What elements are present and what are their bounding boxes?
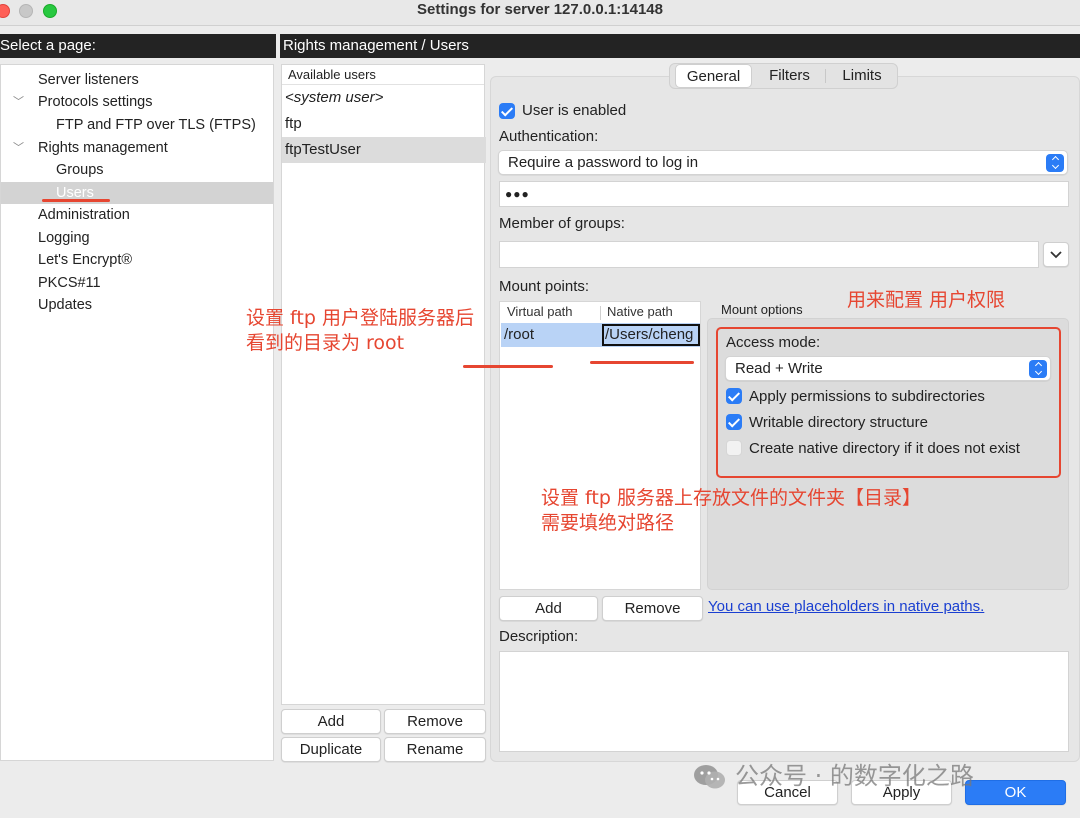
description-label: Description: [499,628,579,645]
authentication-label: Authentication: [499,128,599,145]
mount-options-label: Mount options [721,302,803,317]
users-list-header: Available users [282,65,484,85]
remove-mount-button[interactable]: Remove [602,596,703,621]
tab-limits[interactable]: Limits [827,64,897,88]
tree-item-label: FTP and FTP over TLS (FTPS) [56,117,256,133]
tree-item-label: Rights management [38,140,168,156]
authentication-value: Require a password to log in [508,154,699,171]
groups-field[interactable] [499,241,1039,268]
watermark-text: 公众号 · 的数字化之路 [735,762,974,790]
tree-item-updates[interactable]: Updates [1,294,273,316]
annotation-native-path-line1: 设置 ftp 服务器上存放文件的文件夹【目录】 [541,487,921,509]
password-field[interactable]: ●●● [499,181,1069,207]
tab-bar: General Filters Limits [669,63,898,89]
user-item-ftptestuser[interactable]: ftpTestUser [282,137,486,163]
tree-item-label: Let's Encrypt® [38,252,133,268]
tree-item-label: Administration [38,207,130,223]
tree-item-label: Server listeners [38,72,139,88]
annotation-virtual-path-line1: 设置 ftp 用户登陆服务器后 [246,307,474,329]
user-item-system[interactable]: <system user> [282,85,486,111]
page-title: Rights management / Users [280,34,1080,58]
duplicate-user-button[interactable]: Duplicate [281,737,381,762]
chevron-down-icon [1050,251,1062,259]
groups-dropdown-button[interactable] [1043,242,1069,267]
chevron-down-icon[interactable]: ﹀ [13,91,24,113]
tree-item-label: Logging [38,230,90,246]
annotation-box-permissions [716,327,1061,478]
add-user-button[interactable]: Add [281,709,381,734]
virtual-path-header: Virtual path [507,304,573,319]
wechat-icon [694,765,725,789]
tab-general[interactable]: General [675,64,752,88]
window-title: Settings for server 127.0.0.1:14148 [417,1,663,18]
annotation-underline-native [590,361,694,364]
user-enabled-checkbox[interactable] [499,103,515,119]
tree-item-label: Protocols settings [38,94,153,110]
tree-item-label: PKCS#11 [38,275,101,291]
tree-item-groups[interactable]: Groups [1,159,273,181]
virtual-path-cell[interactable]: /root [504,326,534,343]
remove-user-button[interactable]: Remove [384,709,486,734]
tab-filters[interactable]: Filters [754,68,826,83]
annotation-virtual-path-line2: 看到的目录为 root [246,332,405,354]
description-field[interactable] [499,651,1069,752]
tree-item-logging[interactable]: Logging [1,227,273,249]
chevron-updown-icon [1046,154,1064,172]
annotation-native-path-line2: 需要填绝对路径 [541,512,675,534]
page-list-header: Select a page: [0,34,276,58]
authentication-select[interactable]: Require a password to log in [498,150,1068,175]
annotation-underline-users [42,199,110,202]
rename-user-button[interactable]: Rename [384,737,486,762]
users-list: Available users <system user> ftp ftpTes… [281,64,486,705]
page-tree: Server listeners ﹀ Protocols settings FT… [0,64,274,761]
title-bar: Settings for server 127.0.0.1:14148 [0,0,1080,26]
tree-item-lets-encrypt[interactable]: Let's Encrypt® [1,249,273,271]
mount-point-row[interactable]: /root /Users/cheng [501,323,700,347]
tree-item-label: Groups [56,162,104,178]
member-of-groups-label: Member of groups: [499,215,625,232]
tree-item-pkcs11[interactable]: PKCS#11 [1,272,273,294]
placeholders-link[interactable]: You can use placeholders in native paths… [708,598,984,615]
native-path-cell[interactable]: /Users/cheng [602,324,700,346]
tree-item-protocols-settings[interactable]: ﹀ Protocols settings [1,91,273,113]
column-divider [600,306,601,320]
tree-item-ftp-ftps[interactable]: FTP and FTP over TLS (FTPS) [1,114,273,136]
native-path-header: Native path [607,304,673,319]
annotation-underline-virtual [463,365,553,368]
chevron-down-icon[interactable]: ﹀ [13,137,24,159]
user-enabled-label: User is enabled [522,102,627,119]
mount-points-table: Virtual path Native path /root /Users/ch… [499,301,701,590]
tree-item-administration[interactable]: Administration [1,204,273,226]
tree-item-rights-management[interactable]: ﹀ Rights management [1,137,273,159]
user-item-ftp[interactable]: ftp [282,111,486,137]
add-mount-button[interactable]: Add [499,596,598,621]
tree-item-server-listeners[interactable]: Server listeners [1,69,273,91]
tree-item-label: Updates [38,297,93,313]
watermark: 公众号 · 的数字化之路 [693,756,974,791]
annotation-permissions: 用来配置 用户权限 [847,289,1006,311]
ok-button[interactable]: OK [965,780,1066,805]
mount-points-label: Mount points: [499,278,590,295]
